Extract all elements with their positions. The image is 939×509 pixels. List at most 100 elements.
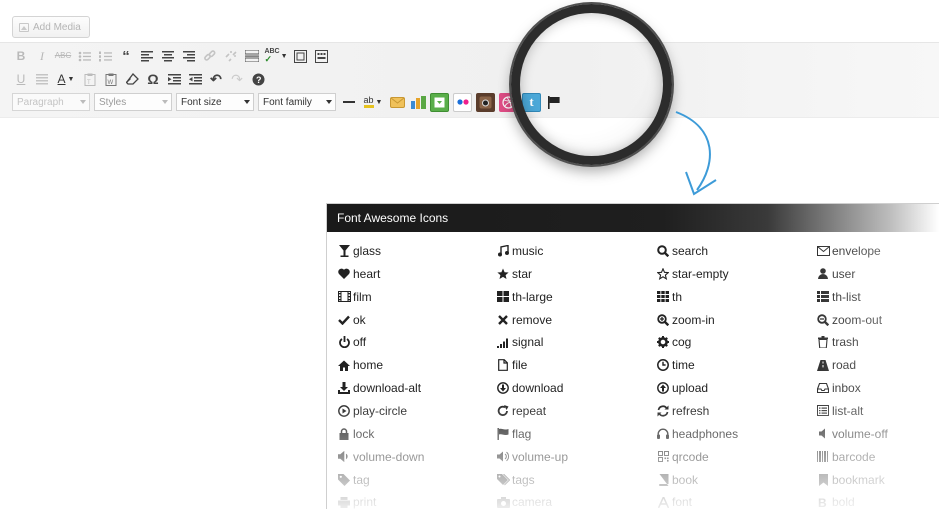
icon-item-download[interactable]: download [496, 379, 563, 397]
align-center-button[interactable] [159, 46, 177, 66]
icon-item-bold[interactable]: Bbold [816, 493, 855, 509]
flag-button[interactable] [545, 92, 563, 112]
align-left-button[interactable] [138, 46, 156, 66]
panel-header: Font Awesome Icons [327, 204, 939, 232]
icon-item-print[interactable]: print [337, 493, 376, 509]
icon-item-star-empty[interactable]: star-empty [656, 265, 729, 283]
icon-item-volume-up[interactable]: volume-up [496, 448, 568, 466]
download-box-button[interactable] [430, 92, 449, 112]
indent-button[interactable] [186, 69, 204, 89]
justify-button[interactable] [33, 69, 51, 89]
font-size-select[interactable]: Font size [176, 93, 254, 111]
icon-item-ok[interactable]: ok [337, 311, 366, 329]
book-icon [656, 473, 670, 487]
icon-item-cog[interactable]: cog [656, 333, 691, 351]
bold-button[interactable]: B [12, 46, 30, 66]
icon-item-road[interactable]: road [816, 356, 856, 374]
upload-icon [656, 381, 670, 395]
icon-item-th[interactable]: th [656, 288, 682, 306]
icon-item-volume-down[interactable]: volume-down [337, 448, 424, 466]
icon-item-inbox[interactable]: inbox [816, 379, 861, 397]
icon-item-download-alt[interactable]: download-alt [337, 379, 421, 397]
icon-item-tag[interactable]: tag [337, 471, 370, 489]
svg-text:T: T [87, 80, 91, 86]
icon-item-refresh[interactable]: refresh [656, 402, 709, 420]
icon-item-file[interactable]: file [496, 356, 527, 374]
icon-item-upload[interactable]: upload [656, 379, 708, 397]
unlink-button[interactable] [222, 46, 240, 66]
icon-item-th-list[interactable]: th-list [816, 288, 861, 306]
background-color-button[interactable]: ab ▼ [361, 92, 385, 112]
flickr-button[interactable] [453, 92, 472, 112]
icon-item-list-alt[interactable]: list-alt [816, 402, 863, 420]
icon-item-glass[interactable]: glass [337, 242, 381, 260]
icon-item-heart[interactable]: heart [337, 265, 380, 283]
heart-icon [337, 267, 351, 281]
paste-word-button[interactable]: W [102, 69, 120, 89]
icon-item-bookmark[interactable]: bookmark [816, 471, 885, 489]
icon-item-remove[interactable]: remove [496, 311, 552, 329]
icon-item-user[interactable]: user [816, 265, 855, 283]
font-family-select[interactable]: Font family [258, 93, 336, 111]
icon-item-zoom-out[interactable]: zoom-out [816, 311, 882, 329]
flag-icon [496, 427, 510, 441]
icon-item-home[interactable]: home [337, 356, 383, 374]
icon-item-camera[interactable]: camera [496, 493, 552, 509]
format-select[interactable]: Paragraph [12, 93, 90, 111]
icon-item-time[interactable]: time [656, 356, 695, 374]
paste-text-button[interactable]: T [81, 69, 99, 89]
add-media-button[interactable]: Add Media [12, 16, 90, 38]
spellcheck-button[interactable]: ABC ✓ ▼ [264, 46, 288, 66]
italic-button[interactable]: I [33, 46, 51, 66]
text-color-button[interactable]: A ▼ [54, 69, 78, 89]
icon-item-lock[interactable]: lock [337, 425, 374, 443]
icon-item-tags[interactable]: tags [496, 471, 535, 489]
special-character-button[interactable]: Ω [144, 69, 162, 89]
dribbble-button[interactable] [499, 92, 518, 112]
redo-button[interactable]: ↷ [228, 69, 246, 89]
volume-up-icon [496, 450, 510, 464]
insert-link-button[interactable] [201, 46, 219, 66]
outdent-button[interactable] [165, 69, 183, 89]
icon-item-film[interactable]: film [337, 288, 372, 306]
icon-item-headphones[interactable]: headphones [656, 425, 738, 443]
numbered-list-button[interactable] [96, 46, 114, 66]
horizontal-rule-button[interactable] [340, 92, 358, 112]
instagram-button[interactable] [476, 92, 495, 112]
bullet-list-button[interactable] [75, 46, 93, 66]
photo-gallery-button[interactable] [409, 92, 427, 112]
icon-item-search[interactable]: search [656, 242, 708, 260]
blockquote-button[interactable]: “ [117, 46, 135, 66]
styles-select[interactable]: Styles [94, 93, 172, 111]
icon-item-book[interactable]: book [656, 471, 698, 489]
qrcode-icon [656, 450, 670, 464]
icon-item-play-circle[interactable]: play-circle [337, 402, 407, 420]
undo-button[interactable]: ↶ [207, 69, 225, 89]
icon-item-font[interactable]: font [656, 493, 692, 509]
help-button[interactable]: ? [249, 69, 267, 89]
icon-item-star[interactable]: star [496, 265, 532, 283]
strikethrough-button[interactable]: ABC [54, 46, 72, 66]
icon-item-qrcode[interactable]: qrcode [656, 448, 709, 466]
twitter-button[interactable]: t [522, 92, 541, 112]
clear-formatting-button[interactable] [123, 69, 141, 89]
icon-item-flag[interactable]: flag [496, 425, 531, 443]
icon-item-repeat[interactable]: repeat [496, 402, 546, 420]
icon-item-th-large[interactable]: th-large [496, 288, 553, 306]
icon-item-signal[interactable]: signal [496, 333, 543, 351]
icon-item-zoom-in[interactable]: zoom-in [656, 311, 715, 329]
icon-item-music[interactable]: music [496, 242, 543, 260]
icon-item-trash[interactable]: trash [816, 333, 859, 351]
inbox-icon [816, 381, 830, 395]
fullscreen-button[interactable] [291, 46, 309, 66]
align-right-button[interactable] [180, 46, 198, 66]
icon-item-barcode[interactable]: barcode [816, 448, 875, 466]
icon-item-envelope[interactable]: envelope [816, 242, 881, 260]
camera-icon [496, 495, 510, 509]
email-link-button[interactable] [388, 92, 406, 112]
icon-item-off[interactable]: off [337, 333, 366, 351]
underline-button[interactable]: U [12, 69, 30, 89]
more-tag-button[interactable] [243, 46, 261, 66]
toolbar-toggle-button[interactable] [312, 46, 330, 66]
icon-item-volume-off[interactable]: volume-off [816, 425, 888, 443]
